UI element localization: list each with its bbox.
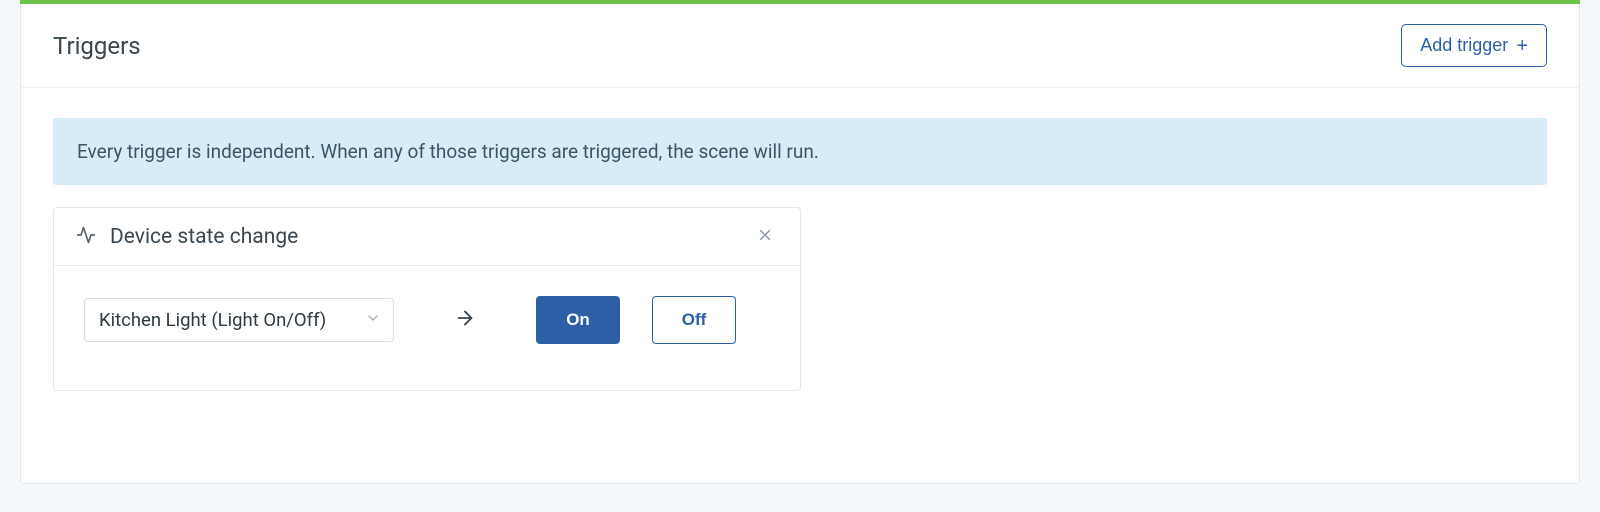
trigger-item-header: Device state change <box>54 208 800 266</box>
trigger-item: Device state change Kitchen Light (Light… <box>53 207 801 391</box>
state-off-button[interactable]: Off <box>652 296 736 344</box>
triggers-card: Triggers Add trigger + Every trigger is … <box>20 4 1580 484</box>
chevron-down-icon <box>365 310 381 330</box>
state-on-button[interactable]: On <box>536 296 620 344</box>
trigger-item-body: Kitchen Light (Light On/Off) On <box>54 266 800 390</box>
card-title: Triggers <box>53 32 141 60</box>
info-banner: Every trigger is independent. When any o… <box>53 118 1547 185</box>
device-select[interactable]: Kitchen Light (Light On/Off) <box>84 298 394 342</box>
trigger-title-wrap: Device state change <box>76 225 298 249</box>
card-body: Every trigger is independent. When any o… <box>21 88 1579 421</box>
arrow-right-icon <box>454 307 476 333</box>
plus-icon: + <box>1516 36 1528 56</box>
state-toggle-group: On Off <box>536 296 736 344</box>
trigger-item-title: Device state change <box>110 225 298 249</box>
card-header: Triggers Add trigger + <box>21 4 1579 88</box>
activity-icon <box>76 225 96 249</box>
close-icon <box>756 226 774 247</box>
device-select-value: Kitchen Light (Light On/Off) <box>99 309 326 331</box>
add-trigger-label: Add trigger <box>1420 35 1508 56</box>
remove-trigger-button[interactable] <box>752 222 778 251</box>
add-trigger-button[interactable]: Add trigger + <box>1401 24 1547 67</box>
